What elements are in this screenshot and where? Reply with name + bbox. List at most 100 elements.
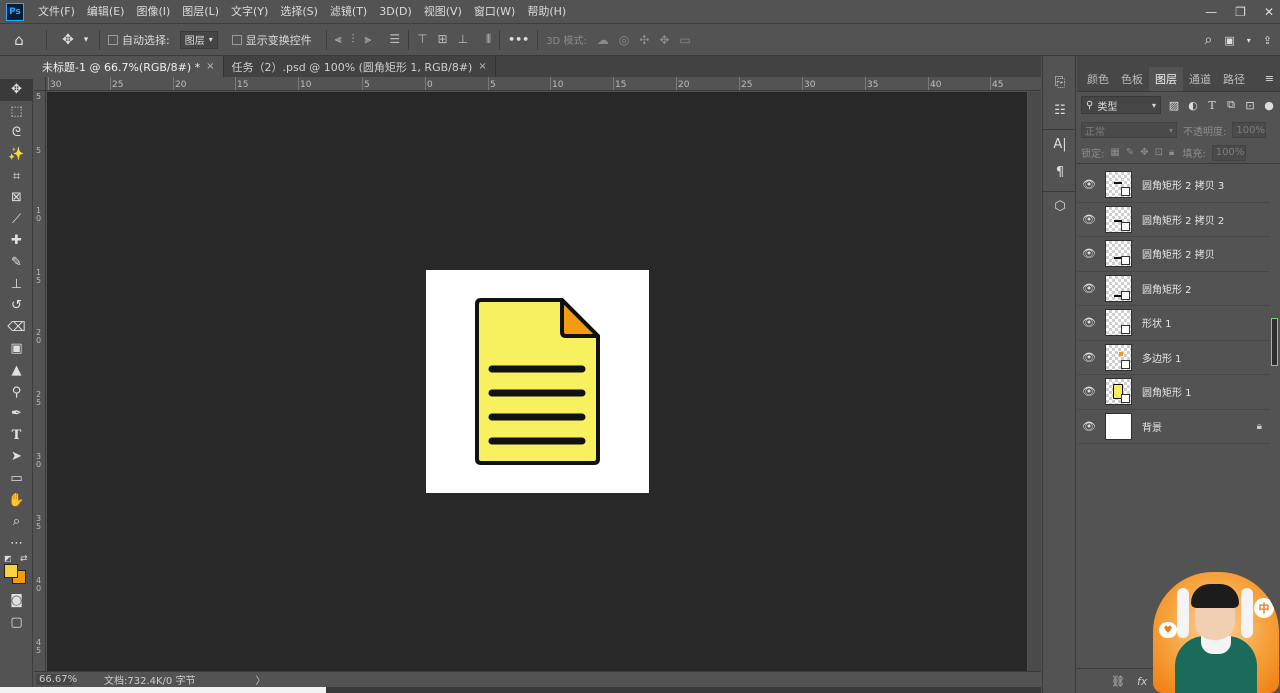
- filter-toggle-icon[interactable]: ●: [1263, 99, 1275, 112]
- tab-document-1[interactable]: 未标题-1 @ 66.7%(RGB/8#) * ×: [34, 56, 224, 77]
- move-tool-preset-icon[interactable]: ✥: [55, 32, 81, 48]
- align-vcenter-icon[interactable]: ⊞: [438, 32, 448, 47]
- zoom-tool-icon[interactable]: ⌕: [0, 511, 33, 533]
- rectangle-tool-icon[interactable]: ▭: [0, 468, 33, 490]
- quick-mask-icon[interactable]: ◙: [0, 590, 33, 612]
- canvas-area[interactable]: [47, 92, 1027, 671]
- move-tool-icon[interactable]: ✥: [0, 79, 33, 101]
- eraser-tool-icon[interactable]: ⌫: [0, 317, 33, 339]
- workspace-icon[interactable]: ▣: [1224, 34, 1234, 47]
- align-bottom-icon[interactable]: ⊥: [458, 32, 468, 47]
- chevron-down-icon[interactable]: ▾: [1247, 36, 1251, 45]
- frame-tool-icon[interactable]: ⊠: [0, 187, 33, 209]
- properties-panel-icon[interactable]: ☷: [1043, 96, 1077, 124]
- visibility-eye-icon[interactable]: 👁︎: [1077, 316, 1101, 329]
- lock-transparent-icon[interactable]: ▦: [1110, 147, 1119, 158]
- layer-row[interactable]: 👁︎ 圆角矩形 2 拷贝 3: [1077, 168, 1270, 203]
- tab-document-2[interactable]: 任务（2）.psd @ 100% (圆角矩形 1, RGB/8#) ×: [224, 56, 496, 77]
- menu-view[interactable]: 视图(V): [418, 0, 468, 24]
- foreground-color-swatch[interactable]: [4, 564, 18, 579]
- home-icon[interactable]: ⌂: [0, 31, 38, 49]
- visibility-eye-icon[interactable]: 👁︎: [1077, 213, 1101, 226]
- marquee-tool-icon[interactable]: ⬚: [0, 101, 33, 123]
- visibility-eye-icon[interactable]: 👁︎: [1077, 247, 1101, 260]
- close-window-icon[interactable]: ✕: [1264, 5, 1274, 19]
- filter-smart-object-icon[interactable]: ⊡: [1244, 99, 1256, 112]
- filter-pixel-icon[interactable]: ▨: [1168, 99, 1180, 112]
- swap-colors-icon[interactable]: ⇄: [20, 554, 28, 564]
- menu-edit[interactable]: 编辑(E): [81, 0, 131, 24]
- align-hcenter-icon[interactable]: ⫶: [352, 32, 355, 47]
- search-icon[interactable]: ⌕: [1205, 32, 1213, 48]
- close-icon[interactable]: ×: [478, 61, 486, 72]
- auto-select-checkbox[interactable]: [108, 34, 118, 45]
- history-brush-tool-icon[interactable]: ↺: [0, 295, 33, 317]
- healing-brush-tool-icon[interactable]: ✚: [0, 230, 33, 252]
- tab-channels[interactable]: 通道: [1183, 67, 1217, 91]
- pen-tool-icon[interactable]: ✒: [0, 403, 33, 425]
- menu-select[interactable]: 选择(S): [274, 0, 324, 24]
- restore-icon[interactable]: ❐: [1235, 5, 1246, 19]
- gradient-tool-icon[interactable]: ▣: [0, 338, 33, 360]
- menu-file[interactable]: 文件(F): [32, 0, 81, 24]
- chevron-down-icon[interactable]: ▾: [81, 35, 91, 45]
- eyedropper-tool-icon[interactable]: ⟋: [0, 209, 33, 231]
- layers-scrollbar[interactable]: [1271, 318, 1278, 366]
- layer-row[interactable]: 👁︎ 圆角矩形 2 拷贝 2: [1077, 203, 1270, 237]
- align-left-icon[interactable]: ⫷: [335, 32, 342, 47]
- layer-row[interactable]: 👁︎ 多边形 1: [1077, 341, 1270, 375]
- horizontal-scroll-thumb[interactable]: [0, 687, 326, 693]
- zoom-level-field[interactable]: 66.67%: [36, 674, 77, 685]
- filter-adjustment-icon[interactable]: ◐: [1187, 99, 1199, 112]
- history-panel-icon[interactable]: ⎘: [1043, 68, 1077, 96]
- status-menu-arrow[interactable]: 〉: [255, 672, 265, 687]
- screen-mode-icon[interactable]: ▢: [0, 612, 33, 634]
- show-transform-checkbox[interactable]: [231, 34, 242, 45]
- visibility-eye-icon[interactable]: 👁︎: [1077, 420, 1101, 433]
- layer-row[interactable]: 👁︎ 圆角矩形 2: [1077, 272, 1270, 306]
- brush-tool-icon[interactable]: ✎: [0, 252, 33, 274]
- menu-help[interactable]: 帮助(H): [521, 0, 572, 24]
- layer-row[interactable]: 👁︎ 圆角矩形 1: [1077, 375, 1270, 410]
- lock-all-icon[interactable]: 🔒︎: [1169, 147, 1174, 158]
- visibility-eye-icon[interactable]: 👁︎: [1077, 178, 1101, 191]
- menu-filter[interactable]: 滤镜(T): [324, 0, 373, 24]
- crop-tool-icon[interactable]: ⌗: [0, 165, 33, 187]
- link-layers-icon[interactable]: ⛓: [1111, 675, 1125, 688]
- orbit-3d-icon[interactable]: ☁: [597, 33, 609, 47]
- layer-row[interactable]: 👁︎ 背景 🔒︎: [1077, 410, 1270, 444]
- hand-tool-icon[interactable]: ✋: [0, 489, 33, 511]
- distribute-v-icon[interactable]: ⫴: [486, 32, 491, 47]
- tab-layers[interactable]: 图层: [1149, 67, 1183, 91]
- share-icon[interactable]: ⇪: [1263, 34, 1272, 47]
- roll-3d-icon[interactable]: ◎: [619, 33, 629, 47]
- tab-swatches[interactable]: 色板: [1115, 67, 1149, 91]
- lock-position-icon[interactable]: ✥: [1140, 147, 1148, 158]
- default-colors-icon[interactable]: ◩: [4, 554, 12, 563]
- menu-window[interactable]: 窗口(W): [468, 0, 521, 24]
- align-top-icon[interactable]: ⊤: [417, 32, 427, 47]
- lock-artboard-icon[interactable]: ⊡: [1155, 147, 1163, 158]
- more-tools-icon[interactable]: ⋯: [0, 532, 33, 554]
- layer-filter-dropdown[interactable]: ⚲ 类型 ▾: [1081, 96, 1161, 114]
- document-canvas[interactable]: [426, 270, 649, 493]
- lock-pixels-icon[interactable]: ✎: [1126, 147, 1134, 158]
- menu-3d[interactable]: 3D(D): [373, 0, 418, 24]
- menu-type[interactable]: 文字(Y): [225, 0, 274, 24]
- filter-shape-icon[interactable]: ⧉: [1225, 98, 1237, 112]
- blend-mode-dropdown[interactable]: 正常 ▾: [1081, 122, 1177, 138]
- vertical-scrollbar[interactable]: [1028, 92, 1041, 671]
- auto-select-target-dropdown[interactable]: 图层 ▾: [179, 30, 218, 49]
- layer-row[interactable]: 👁︎ 圆角矩形 2 拷贝: [1077, 237, 1270, 272]
- 3d-panel-icon[interactable]: ⬡: [1043, 192, 1077, 220]
- filter-type-icon[interactable]: T: [1206, 99, 1218, 112]
- tab-color[interactable]: 颜色: [1081, 67, 1115, 91]
- clone-stamp-tool-icon[interactable]: ⊥: [0, 273, 33, 295]
- tab-paths[interactable]: 路径: [1217, 67, 1251, 91]
- blur-tool-icon[interactable]: ▲: [0, 360, 33, 382]
- magic-wand-tool-icon[interactable]: ✨: [0, 144, 33, 166]
- more-options-button[interactable]: •••: [508, 33, 529, 46]
- visibility-eye-icon[interactable]: 👁︎: [1077, 385, 1101, 398]
- scale-3d-icon[interactable]: ▭: [679, 33, 690, 47]
- type-tool-icon[interactable]: T: [0, 425, 33, 447]
